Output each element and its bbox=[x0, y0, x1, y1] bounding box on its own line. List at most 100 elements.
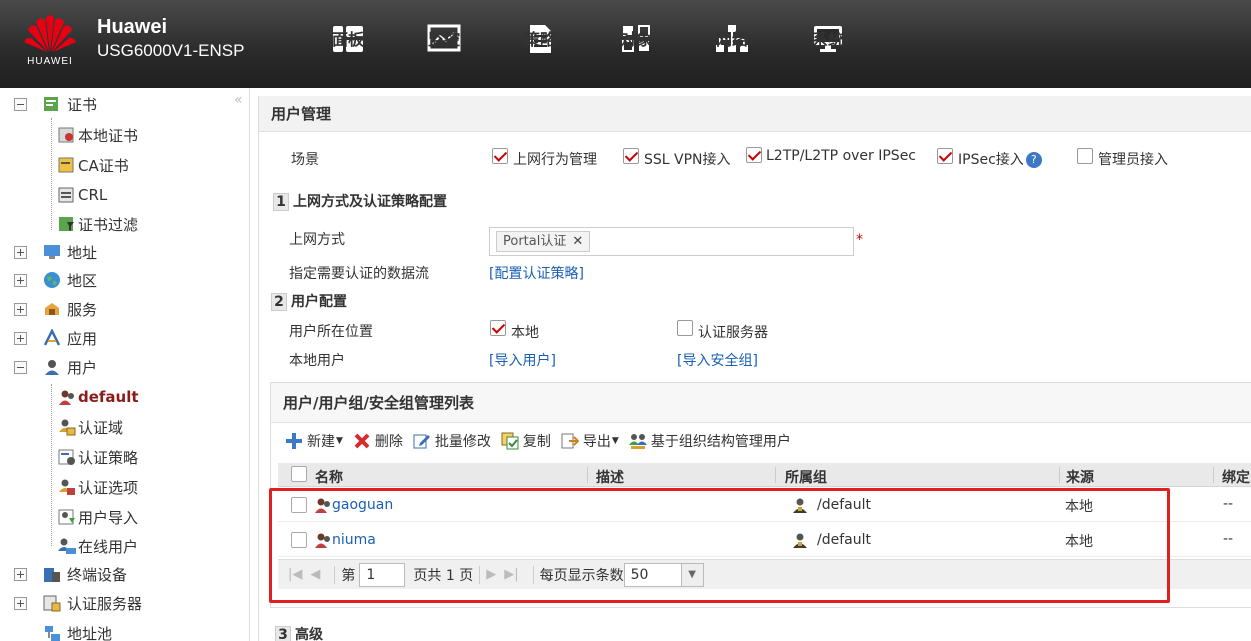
nav-object[interactable]: 对象 bbox=[588, 0, 684, 88]
collapse-sidebar-icon[interactable]: « bbox=[234, 92, 243, 108]
per-page-label: 每页显示条数 bbox=[539, 567, 624, 584]
expand-icon[interactable] bbox=[14, 302, 27, 316]
tree-node-auth-options[interactable]: 认证选项 bbox=[58, 474, 138, 500]
tree-label: 认证策略 bbox=[78, 448, 139, 467]
user-group-icon bbox=[793, 498, 807, 513]
pager-divider bbox=[479, 565, 481, 584]
tree-node-app[interactable]: 应用 bbox=[14, 325, 97, 351]
help-icon[interactable]: ? bbox=[1025, 152, 1042, 168]
column-binding[interactable]: 绑定 bbox=[1222, 467, 1250, 487]
export-button[interactable]: 导出 ▼ bbox=[561, 431, 619, 451]
column-group[interactable]: 所属组 bbox=[785, 467, 827, 487]
expand-icon[interactable] bbox=[14, 596, 27, 610]
auth-domain-icon bbox=[59, 419, 76, 436]
row-checkbox[interactable] bbox=[291, 497, 307, 513]
user-name-link[interactable]: niuma bbox=[332, 532, 376, 548]
delete-button[interactable]: 删除 bbox=[353, 431, 403, 451]
access-mode-tag[interactable]: Portal认证 ✕ bbox=[496, 231, 591, 252]
last-page-icon[interactable]: ▶| bbox=[504, 567, 518, 582]
expand-icon[interactable] bbox=[14, 273, 27, 287]
nav-system[interactable]: 系统 bbox=[780, 0, 876, 88]
location-server-checkbox[interactable] bbox=[677, 320, 693, 336]
tree-label: 证书 bbox=[67, 95, 98, 114]
scene-checkbox-web[interactable] bbox=[492, 148, 508, 164]
scene-checkbox-sslvpn[interactable] bbox=[623, 148, 639, 164]
tree-node-cert[interactable]: 证书 bbox=[14, 91, 97, 117]
nav-policy[interactable]: 策略 bbox=[492, 0, 588, 88]
scene-l2tp-label: L2TP/L2TP over IPSec bbox=[766, 148, 917, 164]
next-page-icon[interactable]: ▶ bbox=[486, 567, 496, 582]
tree-node-crl[interactable]: CRL bbox=[58, 182, 107, 208]
column-name[interactable]: 名称 bbox=[315, 467, 343, 487]
new-button[interactable]: 新建 ▼ bbox=[285, 431, 343, 451]
row-group-cell: /default bbox=[791, 496, 871, 514]
column-description[interactable]: 描述 bbox=[596, 467, 624, 487]
tree-node-online-users[interactable]: 在线用户 bbox=[58, 533, 138, 559]
expand-icon[interactable] bbox=[14, 331, 27, 345]
tree-node-address[interactable]: 地址 bbox=[14, 239, 97, 265]
tree-node-service[interactable]: 服务 bbox=[14, 296, 97, 322]
chevron-down-icon[interactable]: ▼ bbox=[680, 563, 703, 586]
user-group-icon bbox=[59, 390, 74, 405]
select-all-checkbox[interactable] bbox=[291, 466, 307, 482]
expand-icon[interactable] bbox=[14, 567, 27, 581]
panel-title: 用户/用户组/安全组管理列表 bbox=[271, 383, 1251, 423]
org-structure-button[interactable]: 基于组织结构管理用户 bbox=[628, 431, 791, 451]
scene-checkbox-ipsec[interactable] bbox=[937, 148, 953, 164]
column-source[interactable]: 来源 bbox=[1066, 467, 1094, 487]
button-label: 删除 bbox=[374, 434, 403, 450]
row-source-cell: 本地 bbox=[1065, 499, 1093, 515]
row-checkbox[interactable] bbox=[291, 532, 307, 548]
scene-web-label: 上网行为管理 bbox=[513, 152, 597, 168]
tree-node-user-import[interactable]: 用户导入 bbox=[58, 504, 138, 530]
config-auth-policy-link[interactable]: [配置认证策略] bbox=[489, 263, 584, 283]
page-title: 用户管理 bbox=[259, 96, 1251, 132]
main-nav: 面板 监控 策略 对象 网络 系统 bbox=[300, 0, 876, 88]
nav-label: 系统 bbox=[811, 30, 844, 49]
location-local-checkbox[interactable] bbox=[490, 320, 506, 336]
expand-icon[interactable] bbox=[14, 245, 27, 259]
prev-page-icon[interactable]: ◀ bbox=[310, 567, 320, 582]
tree-node-terminal[interactable]: 终端设备 bbox=[14, 561, 127, 587]
batch-edit-button[interactable]: 批量修改 bbox=[413, 431, 491, 451]
scene-checkbox-admin[interactable] bbox=[1077, 148, 1093, 164]
tree-node-user[interactable]: 用户 bbox=[14, 354, 97, 380]
tree-node-auth-domain[interactable]: 认证域 bbox=[58, 414, 123, 440]
tree-node-default[interactable]: default bbox=[58, 384, 139, 410]
scene-checkbox-l2tp[interactable] bbox=[746, 147, 762, 163]
tree-node-auth-policy[interactable]: 认证策略 bbox=[58, 444, 138, 470]
table-row[interactable]: niuma /default 本地 -- bbox=[278, 523, 1251, 557]
first-page-icon[interactable]: |◀ bbox=[288, 567, 302, 582]
remove-tag-icon[interactable]: ✕ bbox=[572, 232, 583, 251]
section-title-text: 高级 bbox=[295, 627, 323, 641]
collapse-icon[interactable] bbox=[14, 360, 27, 374]
nav-monitor[interactable]: 监控 bbox=[396, 0, 492, 88]
tree-node-region[interactable]: 地区 bbox=[14, 267, 97, 293]
page-number-input[interactable]: 1 bbox=[359, 562, 406, 587]
tree-node-ca-cert[interactable]: CA证书 bbox=[58, 152, 129, 178]
tree-node-cert-filter[interactable]: 证书过滤 bbox=[58, 211, 138, 237]
access-mode-input[interactable]: Portal认证 ✕ bbox=[489, 227, 854, 256]
nav-dashboard[interactable]: 面板 bbox=[300, 0, 396, 88]
per-page-value: 50 bbox=[630, 566, 649, 583]
table-row[interactable]: gaoguan /default 本地 -- bbox=[278, 488, 1251, 522]
section-title-text: 上网方式及认证策略配置 bbox=[293, 194, 447, 210]
copy-button[interactable]: 复制 bbox=[501, 431, 551, 451]
user-name-link[interactable]: gaoguan bbox=[332, 497, 393, 513]
tree-label: 地址池 bbox=[67, 624, 113, 641]
section-1-title: 1 上网方式及认证策略配置 bbox=[273, 191, 447, 211]
collapse-icon[interactable] bbox=[14, 97, 27, 111]
import-security-group-link[interactable]: [导入安全组] bbox=[677, 350, 758, 370]
auth-flow-label: 指定需要认证的数据流 bbox=[289, 266, 429, 282]
nav-label: 策略 bbox=[523, 30, 556, 49]
tree-node-addr-pool[interactable]: 地址池 bbox=[43, 620, 112, 641]
tree-node-local-cert[interactable]: 本地证书 bbox=[58, 122, 138, 148]
nav-label: 对象 bbox=[619, 30, 652, 49]
import-user-link[interactable]: [导入用户] bbox=[489, 350, 556, 370]
pagination-bar: |◀ ◀ 第 1 页共 1 页 ▶ ▶| 每页显示条数 50 ▼ bbox=[278, 559, 1251, 589]
user-import-icon bbox=[58, 509, 75, 525]
tree-node-auth-server[interactable]: 认证服务器 bbox=[14, 590, 142, 616]
per-page-select[interactable]: 50 ▼ bbox=[623, 562, 704, 587]
section-number: 3 bbox=[275, 626, 291, 641]
nav-network[interactable]: 网络 bbox=[684, 0, 780, 88]
